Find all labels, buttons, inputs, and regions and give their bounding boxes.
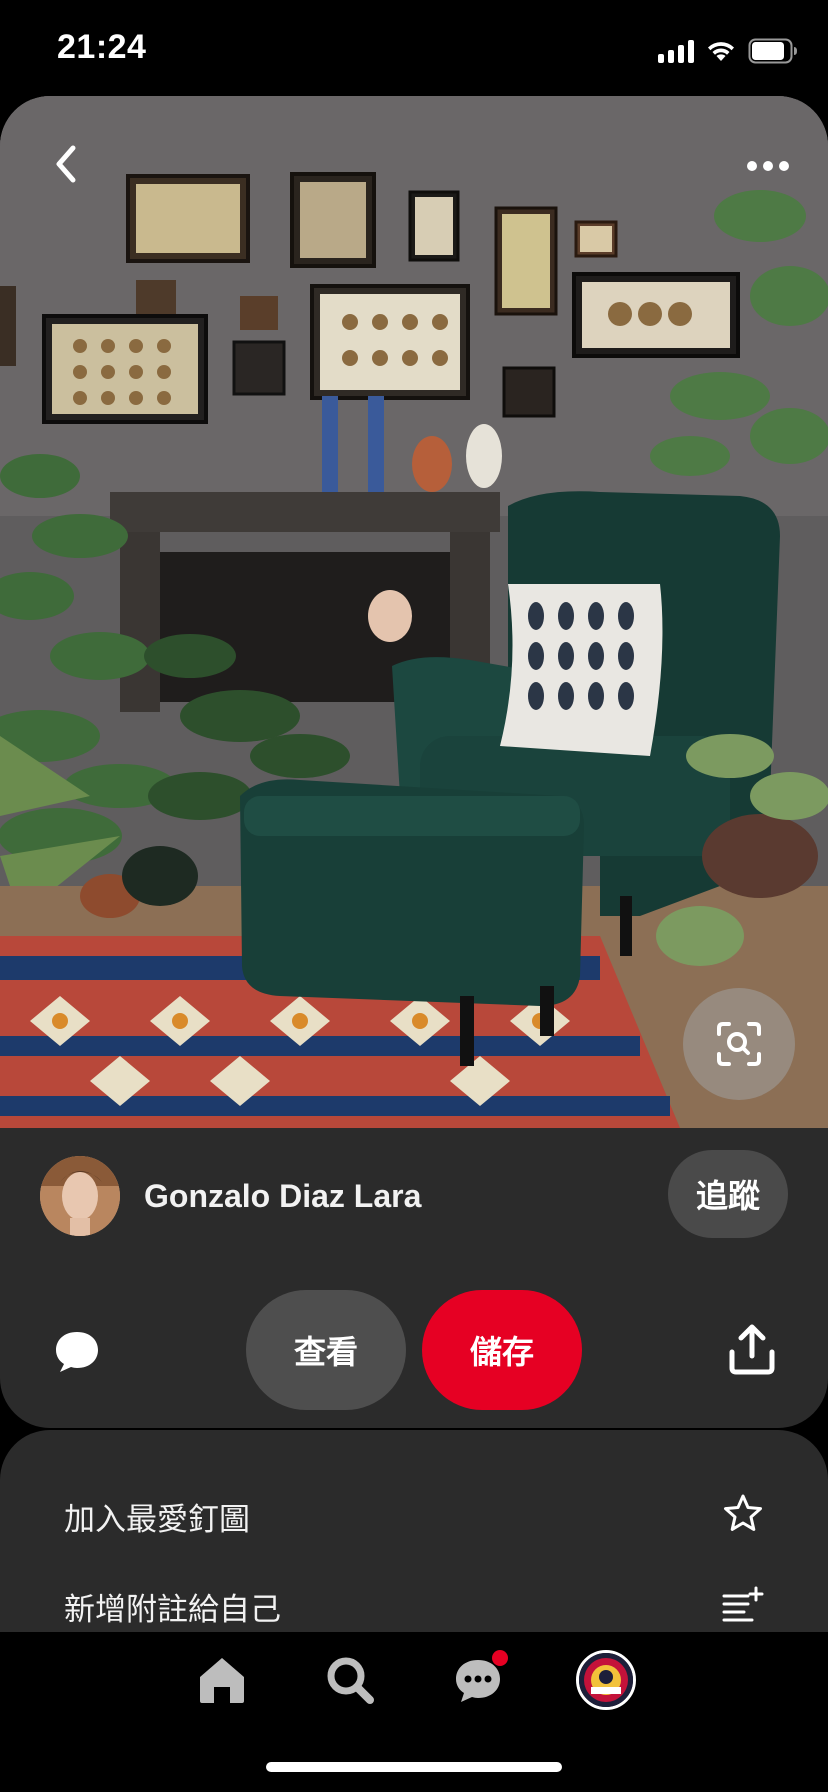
follow-button[interactable]: 追蹤 [668, 1150, 788, 1238]
notification-dot [492, 1650, 508, 1666]
view-button[interactable]: 查看 [246, 1290, 406, 1410]
visual-search-button[interactable] [683, 988, 795, 1100]
save-button[interactable]: 儲存 [422, 1290, 582, 1410]
share-button[interactable] [726, 1322, 778, 1378]
home-icon [200, 1658, 244, 1703]
chevron-left-icon [56, 145, 76, 183]
comment-button[interactable] [52, 1326, 102, 1376]
back-button[interactable] [44, 142, 88, 186]
battery-icon [748, 38, 797, 64]
add-note-icon [722, 1586, 764, 1622]
search-icon [327, 1657, 374, 1704]
pin-photo [0, 96, 828, 1128]
pin-card: Gonzalo Diaz Lara 追蹤 查看 儲存 [0, 96, 828, 1428]
author-name[interactable]: Gonzalo Diaz Lara [144, 1178, 421, 1215]
star-icon [724, 1494, 762, 1531]
nav-home[interactable] [192, 1650, 252, 1710]
pin-image[interactable] [0, 96, 828, 1128]
cellular-signal-icon [658, 39, 694, 63]
status-bar: 21:24 [0, 0, 828, 96]
add-note-label: 新增附註給自己 [64, 1592, 281, 1628]
add-to-favorites-item[interactable]: 加入最愛釘圖 [0, 1474, 828, 1554]
visual-search-icon [717, 1022, 761, 1066]
status-time: 21:24 [57, 28, 147, 66]
more-options-button[interactable] [738, 148, 798, 184]
comment-icon [56, 1332, 98, 1372]
home-indicator[interactable] [266, 1762, 562, 1772]
action-row: 查看 儲存 [0, 1290, 828, 1410]
author-row: Gonzalo Diaz Lara 追蹤 [0, 1150, 828, 1240]
status-icons [658, 36, 798, 66]
wifi-icon [708, 42, 734, 61]
nav-messages[interactable] [448, 1650, 508, 1710]
nav-search[interactable] [320, 1650, 380, 1710]
author-avatar[interactable] [40, 1156, 120, 1236]
ellipsis-icon [747, 161, 789, 171]
nav-profile[interactable] [576, 1650, 636, 1710]
profile-avatar [579, 1653, 633, 1707]
share-icon [729, 1324, 775, 1375]
add-to-favorites-label: 加入最愛釘圖 [64, 1502, 250, 1538]
avatar-photo [40, 1156, 120, 1236]
